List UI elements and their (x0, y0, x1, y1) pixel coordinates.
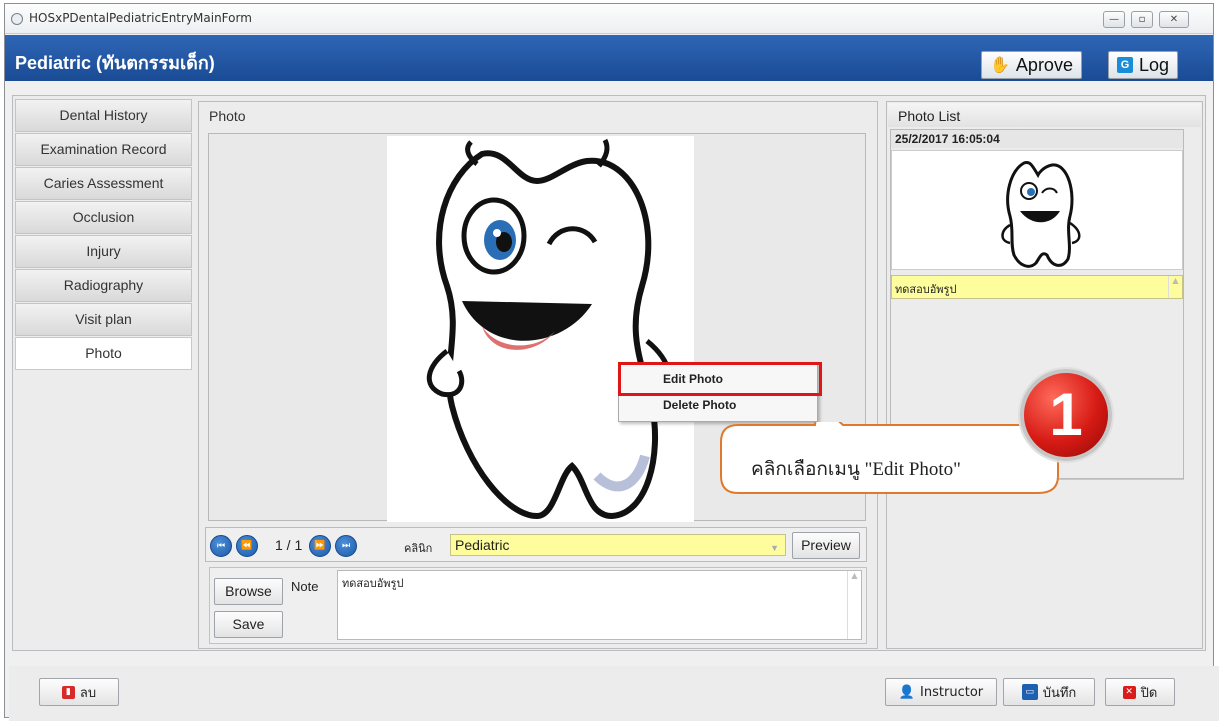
app-window: HOSxPDentalPediatricEntryMainForm — ▫ ✕ … (4, 3, 1219, 721)
maximize-button[interactable]: ▫ (1131, 11, 1153, 28)
preview-button[interactable]: Preview (792, 532, 860, 559)
note-bar: Browse Save Note ทดสอบอัพรูป ▲ (209, 567, 867, 644)
tab-caries-assessment[interactable]: Caries Assessment (15, 167, 192, 200)
tab-radiography[interactable]: Radiography (15, 269, 192, 302)
page-counter: 1 / 1 (275, 537, 303, 553)
callout-text: คลิกเลือกเมนู "Edit Photo" (751, 459, 961, 480)
delete-label: ลบ (79, 685, 97, 701)
instructor-button[interactable]: 👤 Instructor (885, 678, 997, 706)
tab-list: Dental History Examination Record Caries… (15, 99, 192, 371)
edit-photo-highlight (618, 362, 822, 396)
clinic-select-value: Pediatric (455, 537, 510, 553)
next-page-icon[interactable]: ⏩ (309, 535, 331, 557)
title-bar: HOSxPDentalPediatricEntryMainForm — ▫ ✕ (5, 4, 1213, 34)
delete-button[interactable]: ▮ ลบ (39, 678, 119, 706)
instructor-label: Instructor (920, 684, 984, 700)
clinic-select[interactable]: Pediatric ▼ (450, 534, 786, 556)
photo-image (387, 136, 694, 522)
clinic-label: คลินิก (404, 542, 433, 555)
thumbs-up-icon: ✋ (990, 57, 1010, 74)
photo-list-item-note[interactable]: ทดสอบอัพรูป ▲ (891, 275, 1183, 299)
form-title: Pediatric (ทันตกรรมเด็ก) (15, 53, 215, 73)
browse-button[interactable]: Browse (214, 578, 283, 605)
minimize-button[interactable]: — (1103, 11, 1125, 28)
delete-photo-menu-item[interactable]: Delete Photo (619, 393, 817, 417)
tooth-thumbnail-image (1001, 161, 1081, 268)
photo-list-caption: Photo List (888, 103, 1201, 127)
footer-bar: ▮ ลบ 👤 Instructor ▭ บันทึก ✕ ปิด (9, 666, 1219, 721)
tab-visit-plan[interactable]: Visit plan (15, 303, 192, 336)
chevron-down-icon: ▼ (770, 543, 779, 553)
first-page-icon[interactable]: ⏮ (210, 535, 232, 557)
previous-page-icon[interactable]: ⏪ (236, 535, 258, 557)
photo-list-item-note-text: ทดสอบอัพรูป (895, 283, 957, 296)
log-label: Log (1139, 54, 1170, 75)
app-icon (11, 13, 23, 25)
window-title: HOSxPDentalPediatricEntryMainForm (29, 11, 252, 25)
close-label: ปิด (1140, 685, 1158, 701)
last-page-icon[interactable]: ⏭ (335, 535, 357, 557)
tab-examination-record[interactable]: Examination Record (15, 133, 192, 166)
save-label: บันทึก (1042, 685, 1077, 701)
close-window-button[interactable]: ✕ (1159, 11, 1189, 28)
tab-injury[interactable]: Injury (15, 235, 192, 268)
note-field-value: ทดสอบอัพรูป (342, 577, 404, 590)
close-icon: ✕ (1122, 685, 1136, 699)
photo-thumbnail[interactable] (891, 150, 1183, 270)
tab-occlusion[interactable]: Occlusion (15, 201, 192, 234)
note-scrollbar[interactable]: ▲ (847, 571, 861, 639)
form-header: Pediatric (ทันตกรรมเด็ก) ✋ Aprove G Log (5, 35, 1213, 81)
log-button[interactable]: G Log (1108, 51, 1179, 79)
tooth-cartoon-image (426, 138, 672, 520)
save-photo-button[interactable]: Save (214, 611, 283, 638)
user-icon: 👤 (898, 684, 916, 700)
note-label: Note (291, 579, 319, 594)
note-field[interactable]: ทดสอบอัพรูป ▲ (337, 570, 862, 640)
close-button[interactable]: ✕ ปิด (1105, 678, 1175, 706)
photo-panel-caption: Photo (209, 108, 246, 124)
thumb-note-scrollbar[interactable]: ▲ (1168, 276, 1182, 298)
tab-dental-history[interactable]: Dental History (15, 99, 192, 132)
approve-label: Aprove (1015, 54, 1073, 75)
tab-photo[interactable]: Photo (15, 337, 192, 370)
log-icon: G (1117, 57, 1133, 73)
photo-navigator: ⏮ ⏪ 1 / 1 ⏩ ⏭ คลินิก Pediatric ▼ Preview (205, 527, 867, 562)
step-number-badge: 1 (1020, 369, 1112, 461)
floppy-disk-icon: ▭ (1021, 684, 1038, 700)
approve-button[interactable]: ✋ Aprove (981, 51, 1082, 79)
trash-icon: ▮ (61, 685, 75, 699)
photo-list-item-date: 25/2/2017 16:05:04 (891, 130, 1183, 148)
save-button[interactable]: ▭ บันทึก (1003, 678, 1095, 706)
content-area: Dental History Examination Record Caries… (12, 95, 1206, 651)
